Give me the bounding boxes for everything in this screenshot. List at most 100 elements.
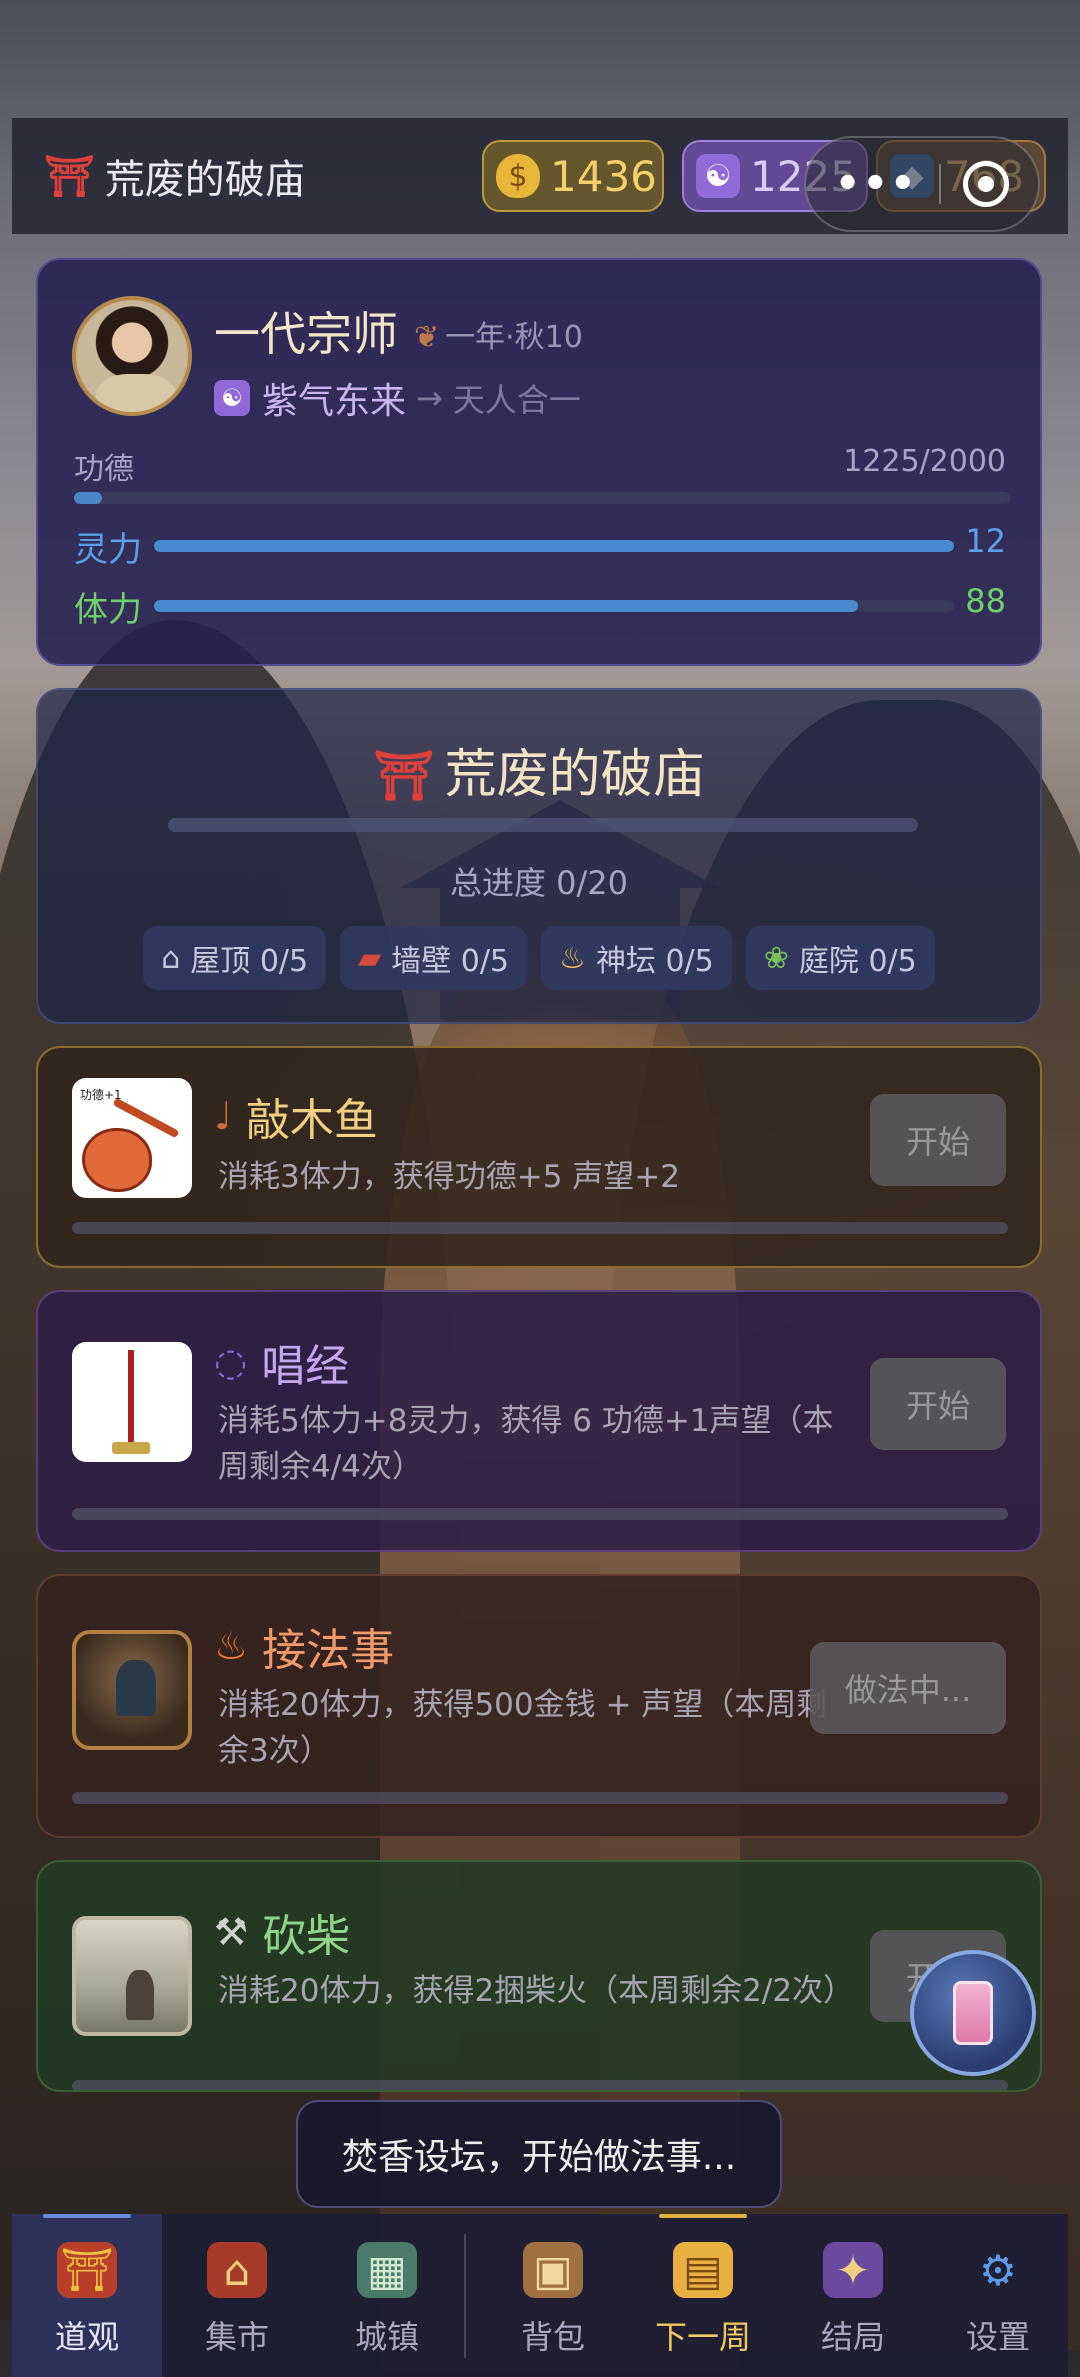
spirit-bar xyxy=(154,540,954,552)
task-progress-bar xyxy=(72,2080,1008,2090)
toast-message: 焚香设坛，开始做法事... xyxy=(296,2100,782,2208)
current-realm: 紫气东来 xyxy=(262,381,407,422)
scroll-icon: ✦ xyxy=(823,2242,883,2298)
floating-phone-button[interactable] xyxy=(910,1950,1036,2076)
thumb-caption: 功德+1 xyxy=(80,1088,122,1102)
brick-icon: ▰ xyxy=(358,940,382,976)
nav-item-backpack[interactable]: ▣ 背包 xyxy=(478,2214,628,2377)
miniprogram-capsule[interactable]: ••• xyxy=(804,136,1040,232)
nav-label: 背包 xyxy=(520,2318,585,2356)
axe-icon: ⚒ xyxy=(214,1910,249,1954)
task-title-text: 砍柴 xyxy=(262,1911,351,1962)
task-description: 消耗5体力+8灵力，获得 6 功德+1声望（本周剩余4/4次） xyxy=(218,1403,834,1485)
stamina-label: 体力 xyxy=(74,590,142,630)
task-description: 消耗20体力，获得2捆柴火（本周剩余2/2次） xyxy=(218,1973,855,2009)
active-indicator xyxy=(43,2214,131,2218)
profile-card: 一代宗师 ❦ 一年·秋10 ☯ 紫气东来 → 天人合一 功德 1225/2000 … xyxy=(36,258,1042,666)
location-title: 荒废的破庙 xyxy=(104,157,305,203)
nav-label: 城镇 xyxy=(354,2318,419,2356)
part-roof[interactable]: ⌂ 屋顶 0/5 xyxy=(143,926,327,990)
drum-icon: ♩ xyxy=(214,1094,232,1138)
temple-card: ⛩ 荒废的破庙 总进度 0/20 ⌂ 屋顶 0/5 ▰ 墙壁 0/5 ♨ 神坛 0/5 … xyxy=(36,688,1042,1024)
nav-item-town[interactable]: ▦ 城镇 xyxy=(312,2214,462,2377)
ritual-image xyxy=(72,1630,192,1750)
merit-label: 功德 xyxy=(74,452,134,487)
realm-row: ☯ 紫气东来 → 天人合一 xyxy=(214,372,581,424)
wooden-fish-image: 功德+1 xyxy=(72,1078,192,1198)
in-progress-button[interactable]: 做法中... xyxy=(810,1642,1006,1734)
task-title: ♨ 接法事 xyxy=(214,1614,394,1678)
task-title-text: 接法事 xyxy=(262,1625,395,1676)
market-icon: ⌂ xyxy=(207,2242,267,2298)
task-card-chant: ◌ 唱经 消耗5体力+8灵力，获得 6 功德+1声望（本周剩余4/4次） 开始 xyxy=(36,1290,1042,1552)
task-progress-bar xyxy=(72,1222,1008,1234)
temple-progress-bar xyxy=(168,818,918,832)
start-button[interactable]: 开始 xyxy=(870,1094,1006,1186)
phone-icon xyxy=(953,1981,993,2045)
backpack-icon: ▣ xyxy=(523,2242,583,2298)
nav-label: 设置 xyxy=(965,2318,1030,2356)
fire-icon: ♨ xyxy=(214,1624,249,1668)
merit-progress-fill xyxy=(74,492,103,504)
spirit-value: 12 xyxy=(965,522,1006,560)
nav-item-market[interactable]: ⌂ 集市 xyxy=(162,2214,312,2377)
candle-icon: ♨ xyxy=(559,940,586,976)
spirit-label: 灵力 xyxy=(74,530,142,570)
bottom-nav: ⛩ 道观 ⌂ 集市 ▦ 城镇 ▣ 背包 ▤ 下一周 ✦ 结局 ⚙ 设置 xyxy=(12,2214,1068,2377)
task-title-text: 敲木鱼 xyxy=(245,1095,378,1146)
temple-icon: ⛩ xyxy=(57,2242,117,2298)
season-text: 一年·秋10 xyxy=(445,320,583,355)
task-card-muyu: 功德+1 ♩ 敲木鱼 消耗3体力，获得功德+5 声望+2 开始 xyxy=(36,1046,1042,1268)
calendar-icon: ▤ xyxy=(673,2242,733,2298)
prayer-beads-icon: ◌ xyxy=(214,1340,248,1384)
task-card-ritual: ♨ 接法事 消耗20体力，获得500金钱 + 声望（本周剩余3次） 做法中... xyxy=(36,1574,1042,1838)
temple-title: ⛩ 荒废的破庙 xyxy=(38,732,1040,807)
nav-item-settings[interactable]: ⚙ 设置 xyxy=(928,2214,1068,2377)
nav-item-temple[interactable]: ⛩ 道观 xyxy=(12,2214,162,2377)
avatar[interactable] xyxy=(72,296,192,416)
task-title-text: 唱经 xyxy=(261,1341,350,1392)
stamina-bar xyxy=(154,600,954,612)
nav-label: 道观 xyxy=(54,2318,119,2356)
stamina-value: 88 xyxy=(965,582,1006,620)
prayer-banner-image xyxy=(72,1342,192,1462)
task-progress-bar xyxy=(72,1792,1008,1804)
season-date: ❦ 一年·秋10 xyxy=(414,312,583,356)
nav-label: 结局 xyxy=(820,2318,885,2356)
money-value: 1436 xyxy=(550,151,657,201)
task-description: 消耗3体力，获得功德+5 声望+2 xyxy=(218,1159,680,1195)
town-icon: ▦ xyxy=(357,2242,417,2298)
nav-label: 集市 xyxy=(204,2318,269,2356)
nav-item-next-week[interactable]: ▤ 下一周 xyxy=(628,2214,778,2377)
merit-progress-bar xyxy=(74,492,1010,504)
task-card-chop-wood: ⚒砍柴 消耗20体力，获得2捆柴火（本周剩余2/2次） 开始 xyxy=(36,1860,1042,2092)
part-courtyard[interactable]: ❀ 庭院 0/5 xyxy=(745,926,935,990)
money-counter[interactable]: $ 1436 xyxy=(482,140,664,212)
yin-yang-icon: ☯ xyxy=(696,154,740,198)
nav-divider xyxy=(464,2234,466,2358)
start-button[interactable]: 开始 xyxy=(870,1358,1006,1450)
part-altar[interactable]: ♨ 神坛 0/5 xyxy=(541,926,732,990)
player-name: 一代宗师 xyxy=(214,307,398,361)
torii-icon: ⛩ xyxy=(373,748,435,804)
task-title: ♩ 敲木鱼 xyxy=(214,1084,378,1148)
merit-value: 1225/2000 xyxy=(843,444,1006,479)
part-label: 神坛 0/5 xyxy=(595,944,714,979)
task-progress-bar xyxy=(72,1508,1008,1520)
part-wall[interactable]: ▰ 墙壁 0/5 xyxy=(340,926,528,990)
torii-icon: ⛩ xyxy=(44,153,95,200)
nav-item-ending[interactable]: ✦ 结局 xyxy=(778,2214,928,2377)
autumn-leaf-icon: ❦ xyxy=(414,320,440,355)
more-icon[interactable]: ••• xyxy=(835,161,918,207)
part-label: 庭院 0/5 xyxy=(798,944,917,979)
part-label: 屋顶 0/5 xyxy=(190,944,309,979)
realm-arrow: → xyxy=(416,379,443,417)
task-title: ◌ 唱经 xyxy=(214,1330,349,1394)
close-target-icon[interactable] xyxy=(963,161,1010,207)
house-icon: ⌂ xyxy=(161,940,181,976)
task-title: ⚒ 砍柴 xyxy=(214,1900,350,1964)
temple-progress-text: 总进度 0/20 xyxy=(449,864,629,902)
gear-icon: ⚙ xyxy=(979,2245,1017,2295)
herb-icon: ❀ xyxy=(763,940,789,976)
woodcutter-image xyxy=(72,1916,192,2036)
